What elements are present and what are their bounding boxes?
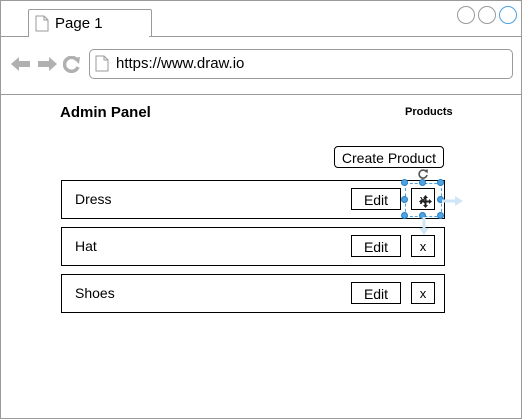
- resize-handle[interactable]: [437, 179, 444, 186]
- document-icon: [95, 55, 109, 77]
- connect-arrow-down-icon[interactable]: [418, 217, 430, 240]
- forward-arrow-icon[interactable]: [37, 56, 57, 77]
- edit-button[interactable]: Edit: [351, 235, 401, 257]
- back-arrow-icon[interactable]: [11, 56, 31, 77]
- document-icon: [35, 15, 49, 37]
- resize-handle[interactable]: [437, 212, 444, 219]
- resize-handle[interactable]: [401, 179, 408, 186]
- delete-button[interactable]: x: [411, 282, 435, 304]
- move-cursor-icon: [419, 195, 432, 213]
- toolbar-divider: [1, 94, 521, 95]
- window-circle-icon[interactable]: [499, 6, 517, 24]
- create-product-button[interactable]: Create Product: [334, 146, 444, 168]
- page-title: Admin Panel: [60, 104, 151, 121]
- nav-link-products[interactable]: Products: [405, 106, 453, 118]
- product-name: Dress: [75, 191, 112, 207]
- browser-window-mockup: Page 1 https://www.draw.io Admin Panel P…: [0, 0, 522, 419]
- rotate-icon[interactable]: [417, 167, 429, 185]
- refresh-icon[interactable]: [62, 55, 81, 78]
- product-name: Shoes: [75, 285, 115, 301]
- tab-strip-gap: [29, 36, 149, 37]
- product-row: Shoes Edit x: [61, 274, 445, 313]
- window-circle-icon[interactable]: [457, 6, 475, 24]
- window-circle-icon[interactable]: [478, 6, 496, 24]
- browser-tab[interactable]: Page 1: [28, 9, 152, 37]
- connect-arrow-right-icon[interactable]: [442, 194, 464, 212]
- tab-title: Page 1: [55, 15, 103, 32]
- resize-handle[interactable]: [401, 196, 408, 203]
- url-text: https://www.draw.io: [116, 55, 245, 72]
- address-bar[interactable]: https://www.draw.io: [89, 49, 513, 79]
- product-row: Dress Edit x: [61, 180, 445, 219]
- product-row: Hat Edit x: [61, 227, 445, 266]
- product-name: Hat: [75, 238, 97, 254]
- edit-button[interactable]: Edit: [351, 188, 401, 210]
- resize-handle[interactable]: [401, 212, 408, 219]
- edit-button[interactable]: Edit: [351, 282, 401, 304]
